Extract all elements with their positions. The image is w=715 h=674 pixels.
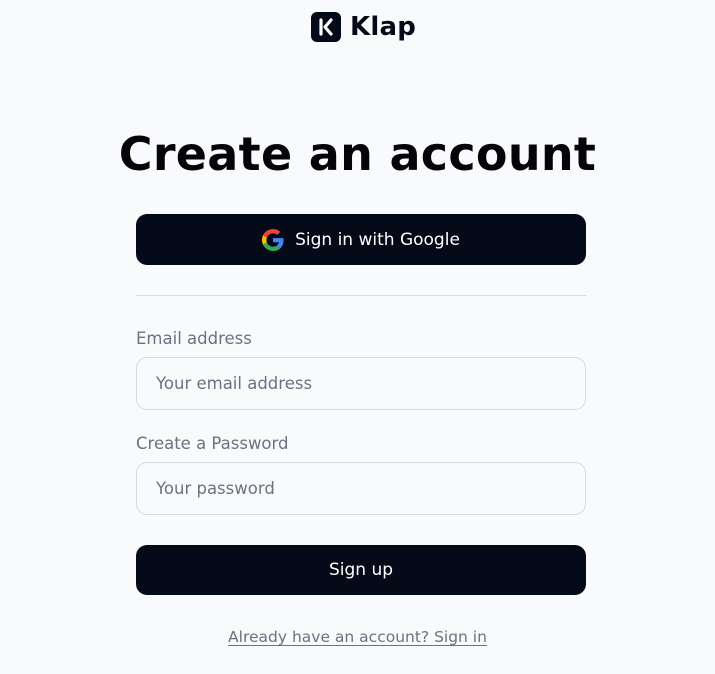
- google-signin-button[interactable]: Sign in with Google: [136, 214, 586, 265]
- brand-name: Klap: [350, 12, 417, 42]
- google-icon: [262, 228, 284, 251]
- password-label: Create a Password: [136, 434, 289, 453]
- google-signin-label: Sign in with Google: [295, 229, 460, 250]
- email-label: Email address: [136, 329, 252, 348]
- signin-link-container: Already have an account? Sign in: [0, 626, 715, 648]
- divider: [136, 295, 586, 296]
- klap-logo-icon: [311, 12, 341, 42]
- sign-up-button[interactable]: Sign up: [136, 545, 586, 595]
- email-input[interactable]: [136, 357, 586, 410]
- signin-link[interactable]: Already have an account? Sign in: [228, 628, 487, 646]
- password-input[interactable]: [136, 462, 586, 515]
- brand-logo[interactable]: Klap: [311, 11, 416, 43]
- page-title: Create an account: [118, 127, 597, 181]
